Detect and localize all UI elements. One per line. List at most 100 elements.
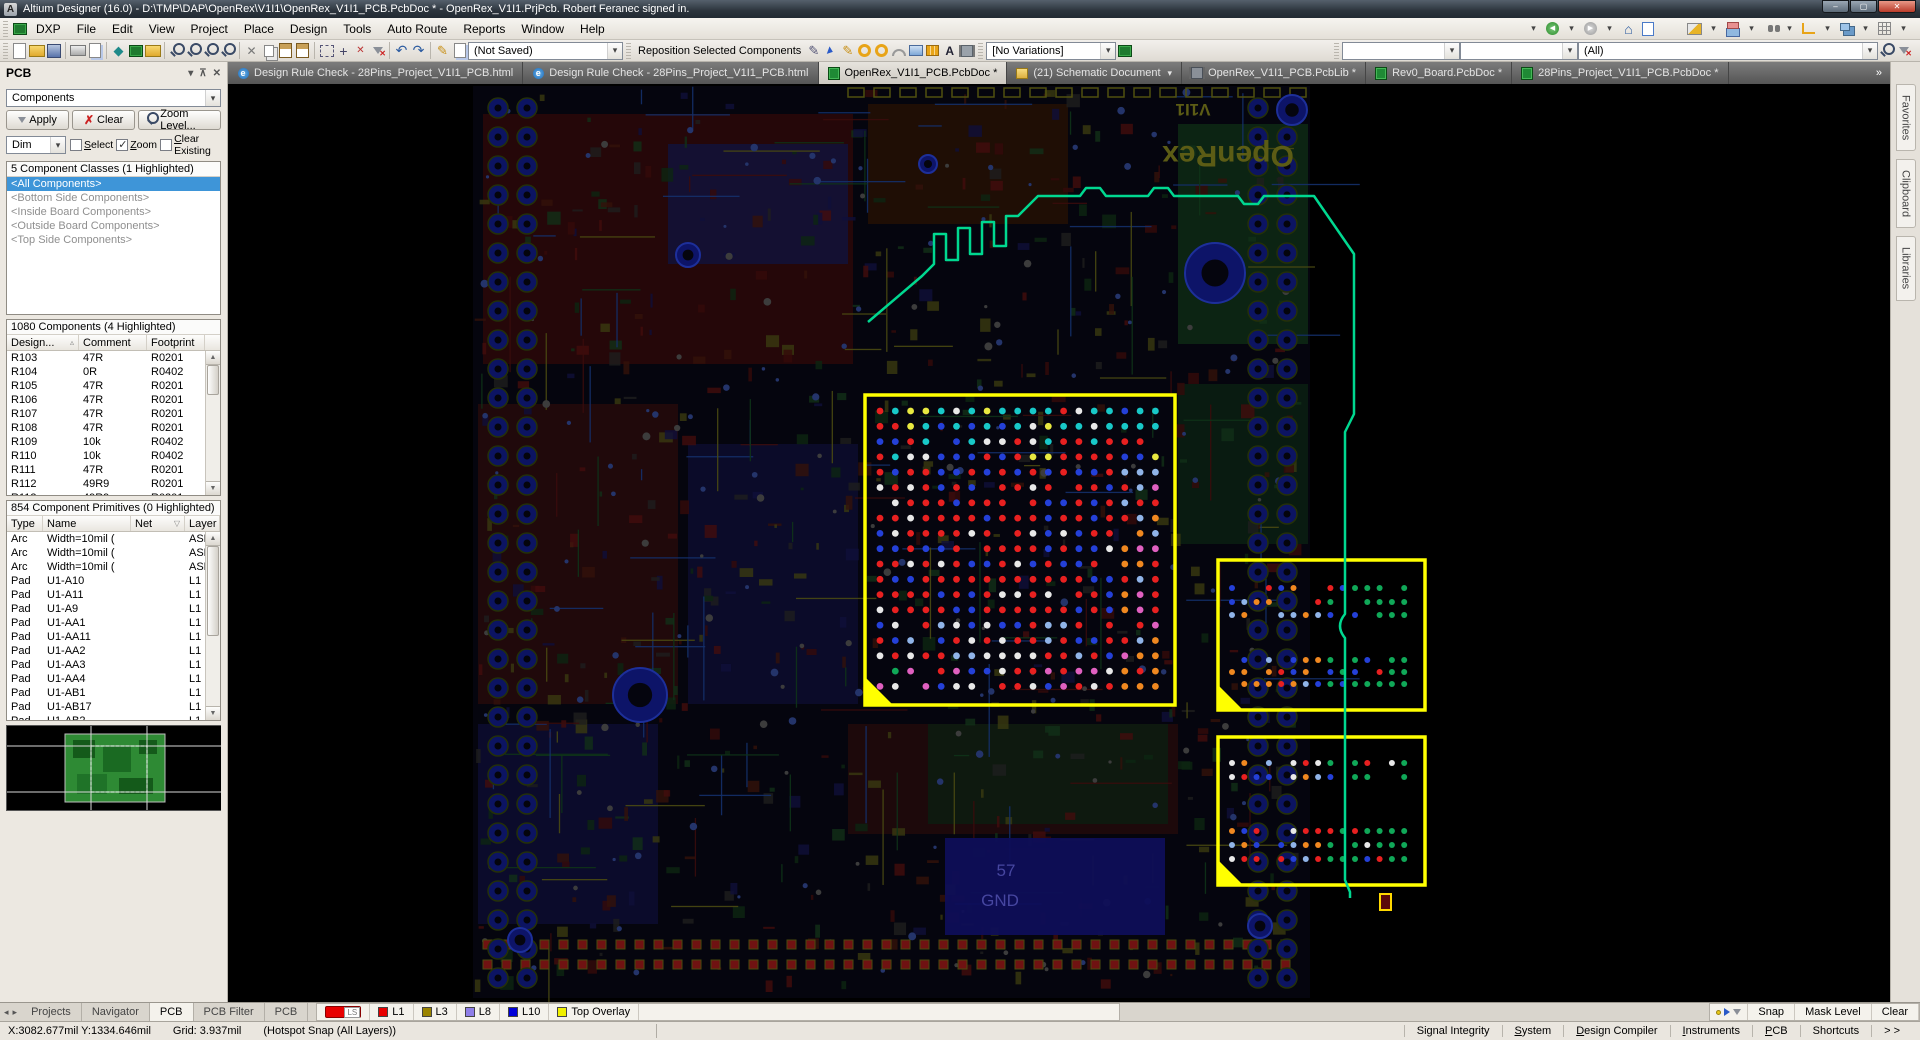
arrange-icon[interactable]	[1838, 20, 1855, 37]
layer-tab[interactable]: Top Overlay	[549, 1004, 639, 1020]
pad-icon[interactable]	[856, 42, 873, 59]
side-panel-tab[interactable]: Favorites	[1896, 84, 1916, 151]
component-class-item[interactable]: <Bottom Side Components>	[7, 191, 220, 205]
chevron-down-icon[interactable]: ▾	[1444, 43, 1459, 59]
chevron-down-icon[interactable]: ▾	[50, 137, 65, 153]
deselect-icon[interactable]	[352, 42, 369, 59]
primitive-row[interactable]: Pad U1-AB1 L1	[7, 686, 220, 700]
status-panel-button[interactable]: System	[1502, 1025, 1564, 1037]
primitive-row[interactable]: Arc Width=10mil ( ASM To	[7, 532, 220, 546]
home-icon[interactable]	[1620, 20, 1637, 37]
find-similar-icon[interactable]	[1762, 20, 1779, 37]
apply-button[interactable]: Apply	[6, 110, 69, 130]
menu-item[interactable]: Help	[572, 20, 613, 38]
pointer-icon[interactable]	[822, 42, 839, 59]
mask-control-button[interactable]: Snap	[1748, 1004, 1795, 1020]
menu-item[interactable]: Place	[236, 20, 282, 38]
primitive-row[interactable]: Pad U1-A10 L1	[7, 574, 220, 588]
align-dropdown-icon[interactable]	[1743, 20, 1760, 37]
nav-history-dropdown-icon[interactable]	[1525, 20, 1542, 37]
tab-scroll-left-icon[interactable]: ◂	[4, 1007, 9, 1018]
measure-icon[interactable]	[1686, 20, 1703, 37]
chevron-down-icon[interactable]: ▾	[1562, 43, 1577, 59]
paste-icon[interactable]	[277, 42, 294, 59]
interactive-route-icon[interactable]	[434, 42, 451, 59]
document-tab[interactable]: Design Rule Check - 28Pins_Project_V1I1_…	[523, 62, 818, 84]
component-class-item[interactable]: <All Components>	[7, 177, 220, 191]
panel-tab[interactable]: PCB Filter	[194, 1003, 265, 1021]
chevron-down-icon[interactable]: ▾	[205, 90, 220, 106]
align-icon[interactable]	[1724, 20, 1741, 37]
fill-icon[interactable]	[907, 42, 924, 59]
document-tab[interactable]: OpenRex_V1I1_PCB.PcbDoc *	[819, 62, 1008, 84]
component-row[interactable]: R110 10k R0402	[7, 449, 220, 463]
copy-icon[interactable]	[260, 42, 277, 59]
side-panel-tab[interactable]: Clipboard	[1896, 159, 1916, 228]
zoom-area-icon[interactable]	[185, 42, 202, 59]
grid-icon[interactable]	[1876, 20, 1893, 37]
menu-item[interactable]: Reports	[455, 20, 513, 38]
panel-tab[interactable]: Projects	[21, 1003, 82, 1021]
primitives-column-header[interactable]: Type Name Net▽ Layer	[7, 516, 220, 532]
primitive-row[interactable]: Arc Width=10mil ( ASM To	[7, 560, 220, 574]
menu-item[interactable]: Edit	[104, 20, 141, 38]
component-row[interactable]: R104 0R R0402	[7, 365, 220, 379]
checkbox[interactable]	[70, 139, 82, 151]
saved-view-combo[interactable]: (Not Saved) ▾	[468, 42, 623, 60]
dimension-icon[interactable]	[1800, 20, 1817, 37]
tab-scroll-right-icon[interactable]: ▸	[13, 1007, 18, 1018]
document-tab[interactable]: OpenRex_V1I1_PCB.PcbLib *	[1182, 62, 1366, 84]
status-panel-button[interactable]: > >	[1871, 1025, 1912, 1037]
component-row[interactable]: R105 47R R0201	[7, 379, 220, 393]
clear-button[interactable]: Clear	[72, 110, 135, 130]
panel-tab[interactable]: Navigator	[82, 1003, 150, 1021]
primitive-row[interactable]: Pad U1-A11 L1	[7, 588, 220, 602]
open-board-icon[interactable]	[127, 42, 144, 59]
filter-scope-combo[interactable]: (All) ▾	[1578, 42, 1878, 60]
menu-item[interactable]: Auto Route	[379, 20, 455, 38]
arc-icon[interactable]	[890, 42, 907, 59]
primitive-row[interactable]: Pad U1-AA4 L1	[7, 672, 220, 686]
layer-set-tab[interactable]: LS	[317, 1004, 370, 1020]
filter-zoom-icon[interactable]	[1878, 42, 1895, 59]
menu-item[interactable]: DXP	[28, 20, 69, 38]
mask-control-button[interactable]: Mask Level	[1795, 1004, 1872, 1020]
chevron-down-icon[interactable]: ▾	[607, 43, 622, 59]
camera-icon[interactable]	[451, 42, 468, 59]
component-icon[interactable]	[958, 42, 975, 59]
status-panel-button[interactable]: Instruments	[1670, 1025, 1752, 1037]
variant-board-icon[interactable]	[1116, 42, 1133, 59]
panel-pin-icon[interactable]: ⊼	[199, 68, 206, 79]
status-panel-button[interactable]: PCB	[1752, 1025, 1800, 1037]
new-document-icon[interactable]	[11, 42, 28, 59]
minimize-button[interactable]: –	[1822, 0, 1849, 13]
open-document-icon[interactable]	[28, 42, 45, 59]
tab-overflow-icon[interactable]	[1868, 62, 1890, 84]
primitive-row[interactable]: Pad U1-AB17 L1	[7, 700, 220, 714]
column-filter-icon[interactable]: ▽	[174, 519, 180, 528]
panel-tab[interactable]: PCB	[150, 1003, 194, 1021]
clear-filter-icon[interactable]	[369, 42, 386, 59]
zoom-selected-icon[interactable]	[219, 42, 236, 59]
panel-tab[interactable]: PCB	[265, 1003, 309, 1021]
smart-edit-icon[interactable]	[839, 42, 856, 59]
component-class-item[interactable]: <Inside Board Components>	[7, 205, 220, 219]
component-row[interactable]: R107 47R R0201	[7, 407, 220, 421]
layer-tab[interactable]: L3	[414, 1004, 457, 1020]
cut-icon[interactable]	[243, 42, 260, 59]
view-3d-icon[interactable]	[110, 42, 127, 59]
component-row[interactable]: R109 10k R0402	[7, 435, 220, 449]
panel-mode-combo[interactable]: Components ▾	[6, 89, 221, 107]
mask-icons[interactable]	[1710, 1004, 1748, 1020]
back-dropdown-icon[interactable]	[1563, 20, 1580, 37]
primitives-scrollbar[interactable]	[205, 532, 220, 720]
checkbox-group[interactable]: Select	[70, 139, 113, 151]
document-tab[interactable]: Design Rule Check - 28Pins_Project_V1I1_…	[228, 62, 523, 84]
forward-dropdown-icon[interactable]	[1601, 20, 1618, 37]
layer-tab[interactable]: L10	[500, 1004, 549, 1020]
filter-combo-1[interactable]: ▾	[1342, 42, 1460, 60]
checkbox[interactable]	[116, 139, 128, 151]
edit-route-icon[interactable]	[805, 42, 822, 59]
board-thumbnail[interactable]	[6, 725, 221, 811]
component-class-item[interactable]: <Top Side Components>	[7, 233, 220, 247]
